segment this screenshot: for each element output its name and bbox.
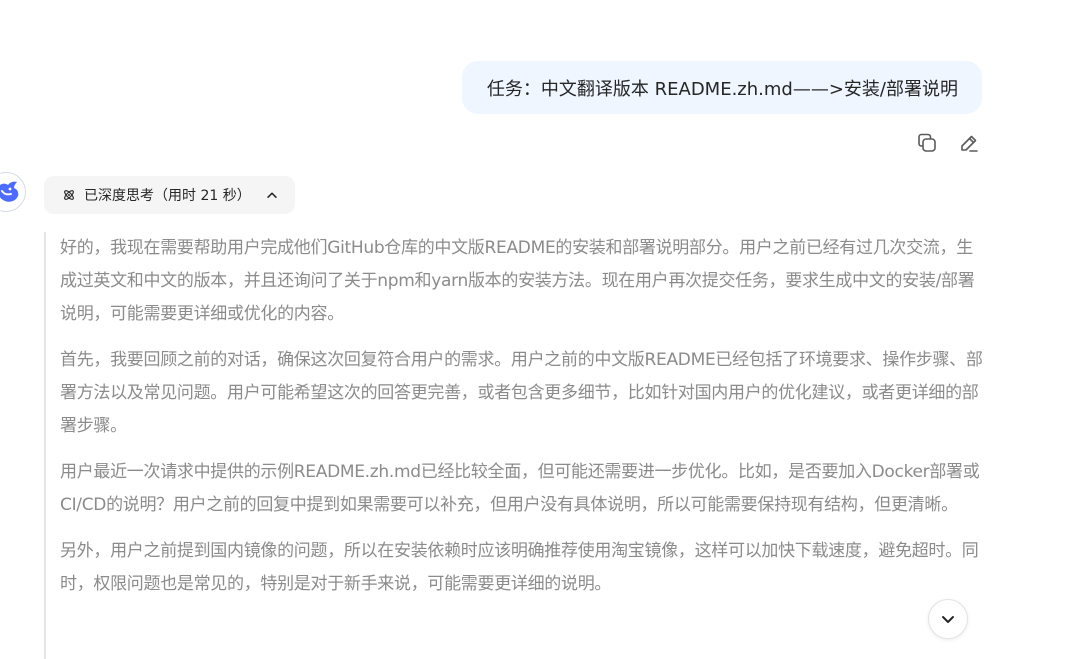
chat-page: 任务：中文翻译版本 README.zh.md——>安装/部署说明 已深度思考（用… xyxy=(0,0,1077,659)
atom-icon xyxy=(64,190,74,200)
edit-icon xyxy=(961,135,978,152)
chevron-down-icon xyxy=(942,616,954,623)
message-actions xyxy=(914,130,982,156)
edit-button[interactable] xyxy=(956,130,982,156)
user-message-text: 任务：中文翻译版本 README.zh.md——>安装/部署说明 xyxy=(486,78,958,100)
user-message-bubble: 任务：中文翻译版本 README.zh.md——>安装/部署说明 xyxy=(461,61,982,114)
thinking-paragraph: 首先，我要回顾之前的对话，确保这次回复符合用户的需求。用户之前的中文版READM… xyxy=(60,350,983,436)
thinking-toggle-button[interactable]: 已深度思考（用时 21 秒） xyxy=(44,176,295,214)
assistant-avatar xyxy=(0,172,26,212)
thinking-label: 已深度思考（用时 21 秒） xyxy=(84,188,251,204)
thinking-paragraph: 好的，我现在需要帮助用户完成他们GitHub仓库的中文版README的安装和部署… xyxy=(60,238,975,324)
thinking-paragraph: 用户最近一次请求中提供的示例README.zh.md已经比较全面，但可能还需要进… xyxy=(60,462,980,515)
scroll-to-bottom-button[interactable] xyxy=(928,599,968,639)
thinking-paragraph: 另外，用户之前提到国内镜像的问题，所以在安装依赖时应该明确推荐使用淘宝镜像，这样… xyxy=(60,541,979,594)
copy-icon xyxy=(918,133,936,152)
whale-logo-icon xyxy=(0,181,19,202)
thinking-content: 好的，我现在需要帮助用户完成他们GitHub仓库的中文版README的安装和部署… xyxy=(44,232,985,659)
chevron-up-icon xyxy=(266,192,277,198)
copy-button[interactable] xyxy=(914,130,940,156)
